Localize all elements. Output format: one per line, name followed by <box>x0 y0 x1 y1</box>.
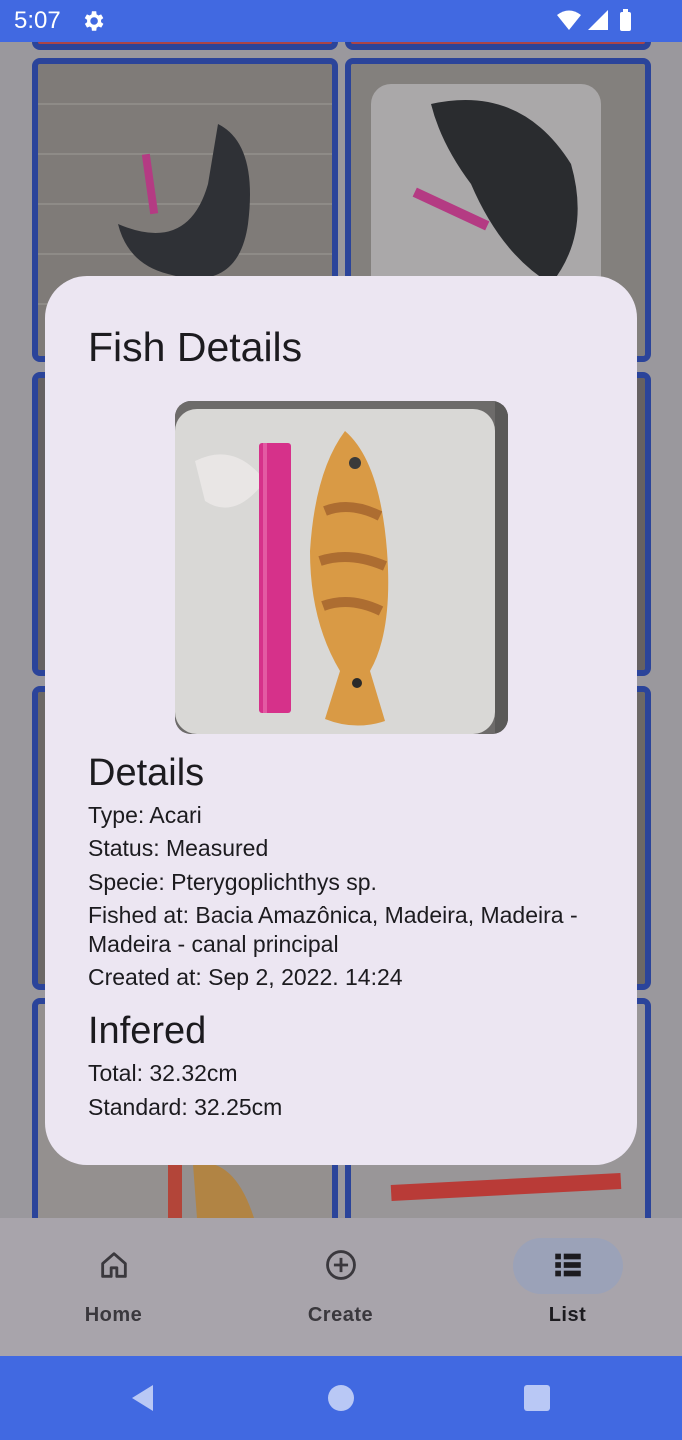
wifi-icon <box>557 10 581 30</box>
list-icon <box>554 1253 581 1277</box>
dialog-title: Fish Details <box>88 324 303 370</box>
status-icons <box>557 9 631 31</box>
status-bar: 5:07 <box>0 0 682 42</box>
cell-signal-icon <box>588 10 608 30</box>
battery-icon <box>620 9 631 31</box>
fish-image <box>175 401 508 734</box>
infered-total: Total: 32.32cm <box>88 1060 238 1086</box>
settings-gear-icon <box>84 11 104 31</box>
detail-type: Type: Acari <box>88 802 202 828</box>
add-circle-icon <box>325 1250 356 1280</box>
infered-heading: Infered <box>88 1010 207 1052</box>
nav-item-list[interactable]: List <box>454 1218 681 1356</box>
home-icon <box>100 1252 127 1278</box>
nav-label-list: List <box>548 1304 587 1326</box>
system-navigation-bar <box>0 1356 682 1440</box>
status-time: 5:07 <box>14 7 61 34</box>
bottom-navigation: Home Create List <box>0 1218 682 1356</box>
nav-label-create: Create <box>307 1304 374 1326</box>
infered-standard: Standard: 32.25cm <box>88 1094 283 1120</box>
back-icon[interactable] <box>127 1382 159 1414</box>
fish-photo <box>175 401 508 734</box>
nav-label-home: Home <box>84 1304 143 1326</box>
detail-fished-at: Fished at: Bacia Amazônica, Madeira, Mad… <box>88 902 578 957</box>
details-heading: Details <box>88 752 205 794</box>
nav-item-home[interactable]: Home <box>0 1218 227 1356</box>
detail-specie: Specie: Pterygoplichthys sp. <box>88 869 377 895</box>
detail-created-at: Created at: Sep 2, 2022. 14:24 <box>88 964 403 990</box>
recents-icon[interactable] <box>521 1382 553 1414</box>
detail-status: Status: Measured <box>88 835 269 861</box>
home-circle-icon[interactable] <box>325 1382 357 1414</box>
fish-details-dialog: Fish Details Details Type: Acari Status:… <box>45 276 637 1165</box>
nav-item-create[interactable]: Create <box>227 1218 454 1356</box>
